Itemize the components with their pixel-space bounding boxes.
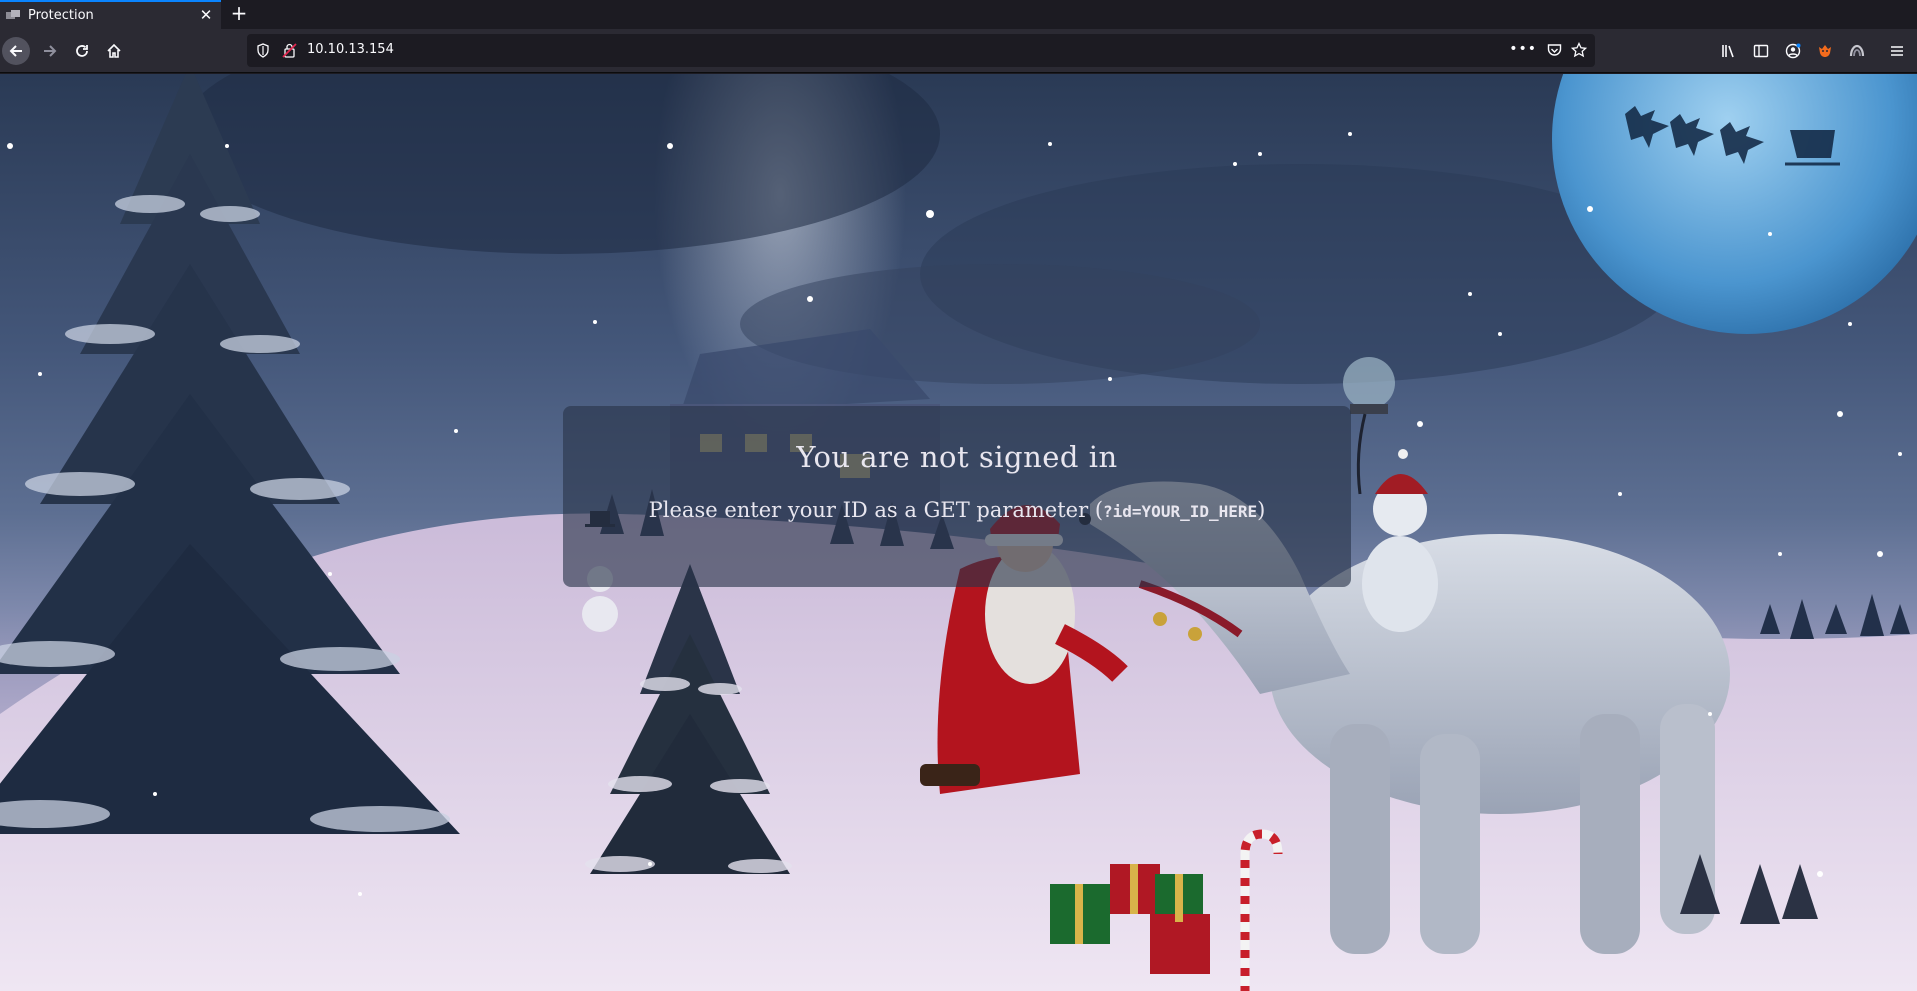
reload-button[interactable]	[68, 37, 96, 65]
forward-arrow-icon	[44, 45, 57, 57]
extension-arc-icon[interactable]	[1849, 43, 1865, 59]
address-bar[interactable]: 10.10.13.154 •••	[247, 34, 1595, 67]
bookmark-star-icon[interactable]	[1571, 42, 1587, 58]
home-icon	[107, 43, 121, 58]
page-actions-menu-icon[interactable]: •••	[1509, 41, 1537, 57]
get-parameter-code: ?id=YOUR_ID_HERE	[1103, 502, 1258, 521]
back-arrow-icon	[9, 45, 22, 57]
account-icon[interactable]	[1785, 43, 1801, 59]
tab-title: Protection	[28, 8, 94, 23]
tracking-protection-shield-icon[interactable]	[256, 43, 270, 58]
sign-in-notice-card: You are not signed in Please enter your …	[563, 406, 1351, 587]
tab-strip: Protection ✕ +	[0, 0, 1917, 29]
new-tab-button[interactable]: +	[228, 3, 250, 25]
insecure-connection-icon[interactable]	[282, 43, 297, 58]
tab-favicon-icon	[6, 10, 20, 19]
url-text[interactable]: 10.10.13.154	[307, 42, 394, 57]
back-button[interactable]	[2, 37, 30, 65]
instruction-prefix: Please enter your ID as a GET parameter …	[648, 498, 1104, 522]
instruction-text: Please enter your ID as a GET parameter …	[563, 498, 1351, 522]
tab-protection[interactable]: Protection ✕	[0, 0, 221, 29]
home-button[interactable]	[100, 37, 128, 65]
navigation-toolbar: 10.10.13.154 •••	[0, 29, 1917, 73]
hamburger-menu-icon[interactable]	[1889, 43, 1905, 59]
sidebar-icon[interactable]	[1753, 43, 1769, 59]
page-viewport: You are not signed in Please enter your …	[0, 74, 1917, 991]
library-icon[interactable]	[1721, 43, 1737, 59]
close-tab-icon[interactable]: ✕	[197, 6, 215, 24]
page-title: You are not signed in	[796, 440, 1118, 474]
reload-icon	[76, 45, 88, 57]
instruction-suffix: )	[1257, 498, 1266, 522]
forward-button[interactable]	[36, 37, 64, 65]
pocket-icon[interactable]	[1547, 43, 1562, 57]
foxyproxy-extension-icon[interactable]	[1817, 43, 1833, 59]
